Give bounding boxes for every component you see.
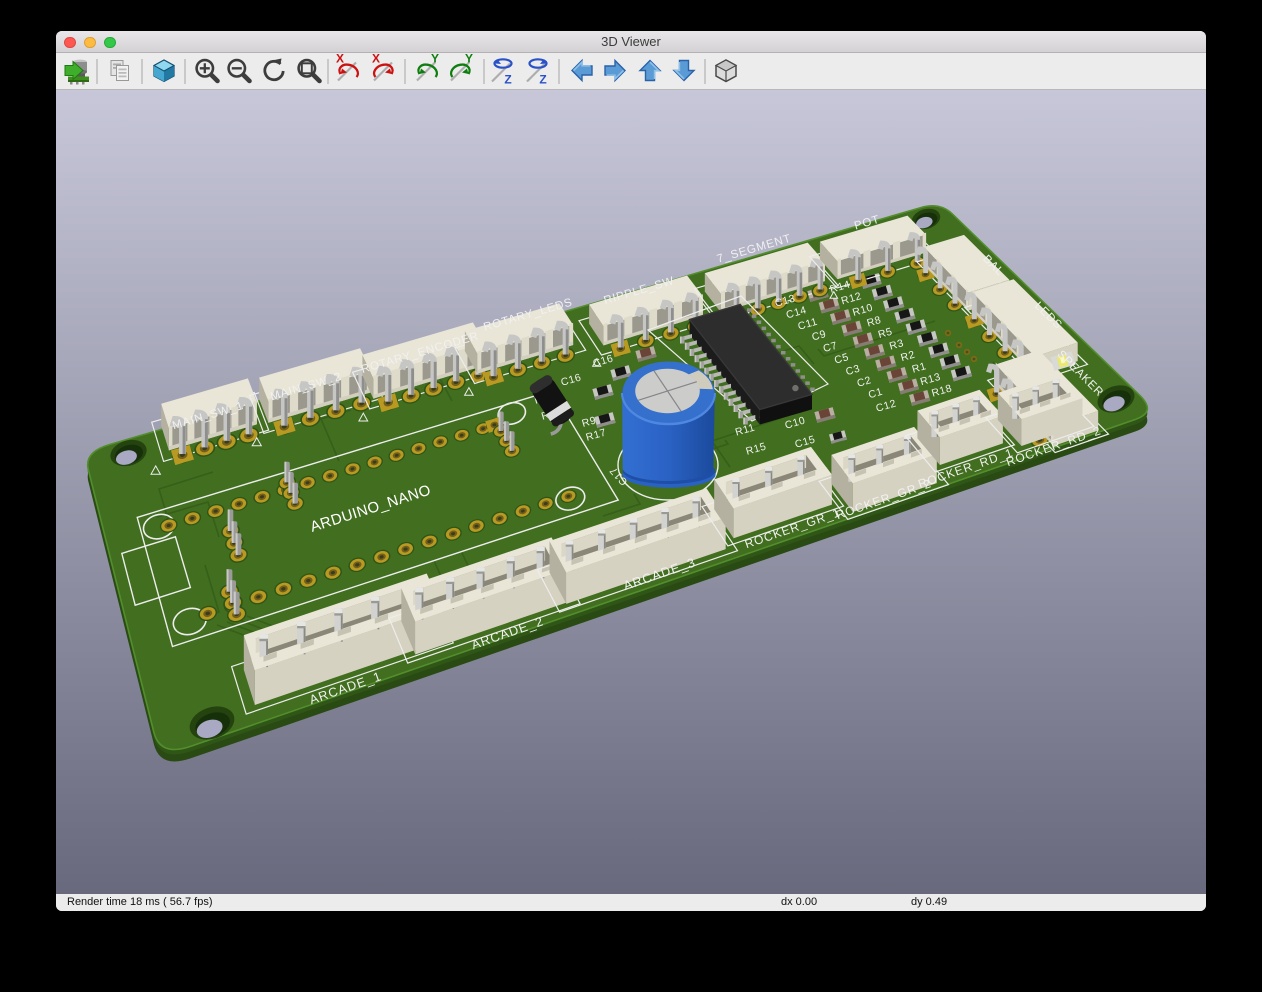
svg-text:Y: Y [465, 53, 473, 66]
svg-text:X: X [372, 53, 380, 66]
svg-text:X: X [336, 53, 344, 66]
svg-text:Z: Z [504, 73, 511, 87]
svg-text:Z: Z [539, 73, 546, 87]
svg-text:Y: Y [431, 53, 439, 66]
